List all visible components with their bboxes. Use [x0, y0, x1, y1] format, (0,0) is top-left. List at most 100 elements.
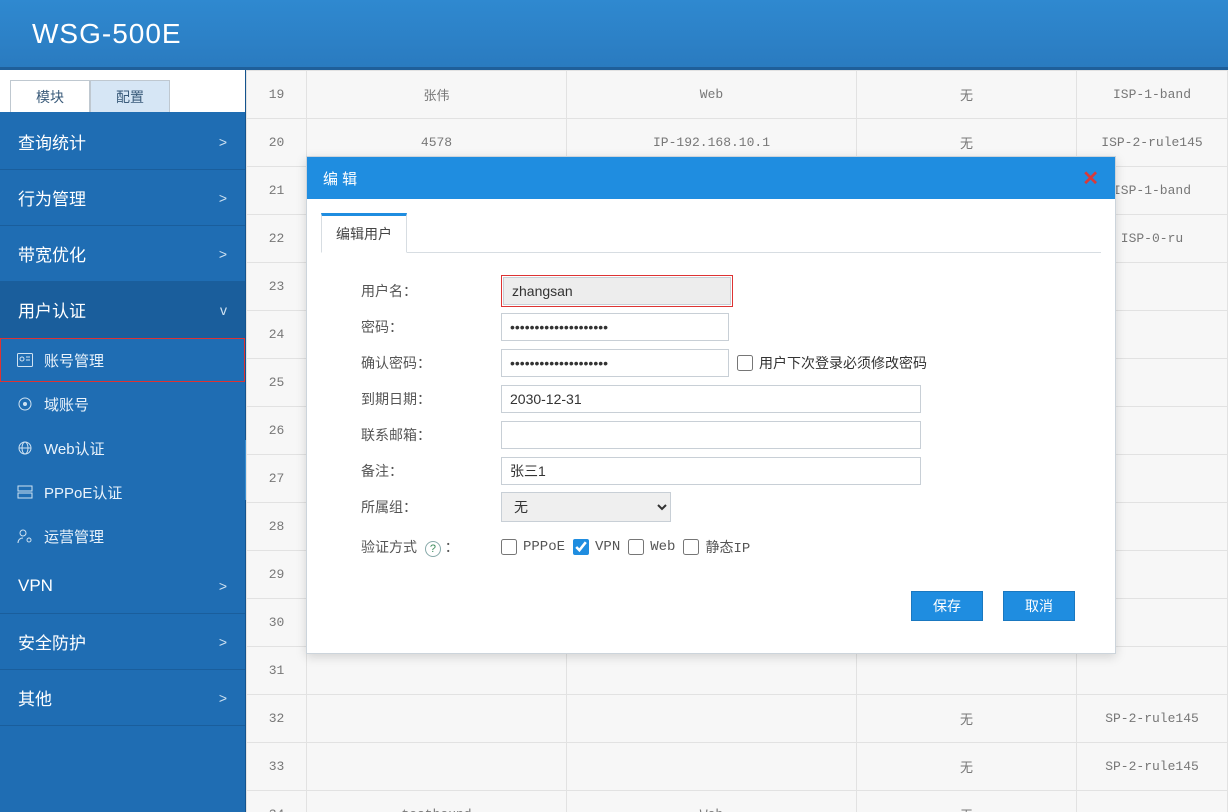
row-number: 23: [247, 263, 307, 311]
edit-user-form: 用户名： 密码： 确认密码：: [321, 265, 1101, 571]
nav-label: 用户认证: [18, 297, 86, 322]
auth-web-checkbox[interactable]: [628, 539, 644, 555]
label-username: 用户名：: [351, 281, 501, 301]
nav-label: 带宽优化: [18, 241, 86, 266]
subnav-user-auth: 账号管理 域账号 Web认证: [0, 338, 245, 558]
row-number: 20: [247, 119, 307, 167]
auth-vpn-label: VPN: [595, 539, 620, 555]
subnav-domain-account[interactable]: 域账号: [0, 382, 245, 426]
label-remark: 备注：: [351, 461, 501, 481]
subnav-label: 运营管理: [44, 526, 104, 547]
modal-tabs: 编辑用户: [321, 213, 1101, 253]
cell: [567, 743, 857, 791]
auth-vpn-checkbox[interactable]: [573, 539, 589, 555]
table-row[interactable]: 33无SP-2-rule145: [247, 743, 1228, 791]
row-number: 31: [247, 647, 307, 695]
cell: [307, 695, 567, 743]
cell: 张伟: [307, 71, 567, 119]
label-group: 所属组：: [351, 497, 501, 517]
label-expire: 到期日期：: [351, 389, 501, 409]
modal-tab-edit-user[interactable]: 编辑用户: [321, 213, 407, 253]
chevron-right-icon: >: [219, 634, 227, 650]
app-header: WSG-500E: [0, 0, 1228, 70]
subnav-web-auth[interactable]: Web认证: [0, 426, 245, 470]
chevron-right-icon: >: [219, 246, 227, 262]
remark-input[interactable]: [501, 457, 921, 485]
cell: SP-2-rule145: [1077, 743, 1228, 791]
cell: testbound: [307, 791, 567, 812]
cell: [307, 743, 567, 791]
cell: 无: [857, 71, 1077, 119]
cell: [1077, 791, 1228, 812]
force-change-password-checkbox[interactable]: [737, 355, 753, 371]
cell: ISP-1-band: [1077, 71, 1228, 119]
nav-label: 行为管理: [18, 185, 86, 210]
cell: 无: [857, 743, 1077, 791]
close-icon[interactable]: ✕: [1082, 166, 1099, 191]
row-number: 27: [247, 455, 307, 503]
server-icon: [16, 483, 34, 501]
subnav-ops-mgmt[interactable]: 运营管理: [0, 514, 245, 558]
subnav-label: 域账号: [44, 394, 89, 415]
sidebar-tabbar: 模块 配置: [0, 70, 245, 114]
cell: 无: [857, 791, 1077, 812]
cell: SP-2-rule145: [1077, 695, 1228, 743]
label-password: 密码：: [351, 317, 501, 337]
group-select[interactable]: 无: [501, 492, 671, 522]
row-number: 29: [247, 551, 307, 599]
nav-bandwidth[interactable]: 带宽优化 >: [0, 226, 245, 282]
nav-label: 查询统计: [18, 129, 86, 154]
nav-security[interactable]: 安全防护 >: [0, 614, 245, 670]
chevron-right-icon: >: [219, 190, 227, 206]
sidebar-tab-module[interactable]: 模块: [10, 80, 90, 112]
password-input[interactable]: [501, 313, 729, 341]
label-force-change: 用户下次登录必须修改密码: [759, 353, 927, 373]
row-number: 25: [247, 359, 307, 407]
modal-title: 编 辑: [323, 168, 357, 189]
help-icon[interactable]: ?: [425, 541, 441, 557]
subnav-label: 账号管理: [44, 350, 104, 371]
row-number: 34: [247, 791, 307, 812]
app-title: WSG-500E: [32, 18, 182, 50]
confirm-password-input[interactable]: [501, 349, 729, 377]
nav-query-stats[interactable]: 查询统计 >: [0, 114, 245, 170]
main-content: 19张伟Web无ISP-1-band204578IP-192.168.10.1无…: [246, 70, 1228, 812]
nav-vpn[interactable]: VPN >: [0, 558, 245, 614]
user-cog-icon: [16, 527, 34, 545]
nav-label: VPN: [18, 576, 53, 596]
label-auth-type: 验证方式 ? ：: [351, 537, 501, 557]
row-number: 19: [247, 71, 307, 119]
auth-pppoe-checkbox[interactable]: [501, 539, 517, 555]
domain-icon: [16, 395, 34, 413]
table-row[interactable]: 34testboundWeb无: [247, 791, 1228, 812]
cell: 无: [857, 695, 1077, 743]
chevron-right-icon: >: [219, 578, 227, 594]
chevron-right-icon: >: [219, 134, 227, 150]
chevron-down-icon: v: [220, 302, 227, 318]
auth-pppoe-label: PPPoE: [523, 539, 565, 555]
sidebar-tab-config[interactable]: 配置: [90, 80, 170, 112]
row-number: 28: [247, 503, 307, 551]
nav-behavior[interactable]: 行为管理 >: [0, 170, 245, 226]
username-highlight-box: [501, 275, 733, 307]
modal-footer: 保存 取消: [321, 571, 1101, 639]
row-number: 21: [247, 167, 307, 215]
nav-user-auth[interactable]: 用户认证 v: [0, 282, 245, 338]
nav-other[interactable]: 其他 >: [0, 670, 245, 726]
label-confirm-password: 确认密码：: [351, 353, 501, 373]
subnav-account-mgmt[interactable]: 账号管理: [0, 338, 245, 382]
username-input[interactable]: [503, 277, 731, 305]
expire-date-input[interactable]: [501, 385, 921, 413]
cancel-button[interactable]: 取消: [1003, 591, 1075, 621]
table-row[interactable]: 19张伟Web无ISP-1-band: [247, 71, 1228, 119]
email-input[interactable]: [501, 421, 921, 449]
save-button[interactable]: 保存: [911, 591, 983, 621]
row-number: 32: [247, 695, 307, 743]
chevron-right-icon: >: [219, 690, 227, 706]
sidebar: 模块 配置 查询统计 > 行为管理 > 带宽优化 > 用户认证 v: [0, 70, 246, 812]
subnav-pppoe-auth[interactable]: PPPoE认证: [0, 470, 245, 514]
row-number: 24: [247, 311, 307, 359]
auth-staticip-checkbox[interactable]: [683, 539, 699, 555]
auth-staticip-label: 静态IP: [705, 537, 750, 557]
table-row[interactable]: 32 无SP-2-rule145: [247, 695, 1228, 743]
